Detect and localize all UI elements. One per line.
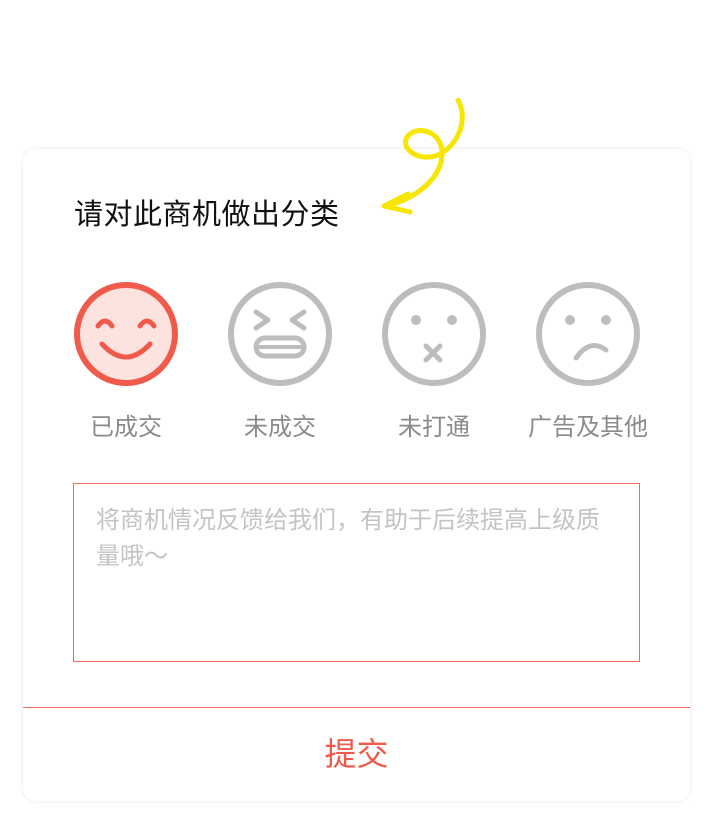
smile-icon (74, 282, 178, 386)
classification-dialog (23, 149, 690, 801)
option-label: 未打通 (398, 413, 470, 441)
option-ad-other[interactable]: 广告及其他 (518, 280, 658, 450)
dialog-title: 请对此商机做出分类 (74, 197, 340, 231)
feedback-input[interactable] (74, 484, 639, 661)
option-not-closed[interactable]: 未成交 (210, 280, 350, 450)
option-label: 已成交 (90, 413, 162, 441)
grimace-icon (228, 282, 332, 386)
frown-icon (536, 282, 640, 386)
screen: 请对此商机做出分类 已成交 未成交 未打通 广告及其他 将商机情况反馈给我们，有… (0, 0, 712, 821)
submit-button[interactable]: 提交 (23, 708, 690, 800)
option-label: 广告及其他 (528, 413, 648, 441)
option-closed-deal[interactable]: 已成交 (56, 280, 196, 450)
option-label: 未成交 (244, 413, 316, 441)
hand-drawn-arrow-icon (381, 98, 465, 215)
mouth-x-icon (382, 282, 486, 386)
option-not-reached[interactable]: 未打通 (364, 280, 504, 450)
feedback-box (73, 483, 640, 662)
